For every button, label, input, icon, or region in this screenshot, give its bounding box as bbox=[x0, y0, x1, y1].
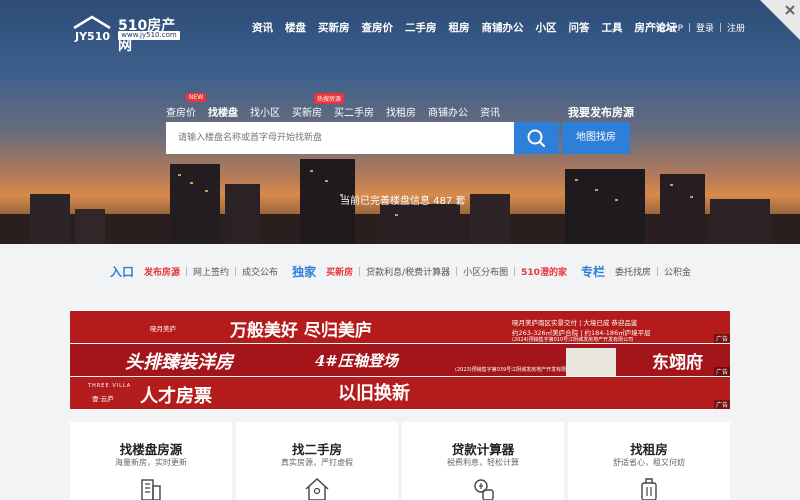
luggage-icon bbox=[641, 478, 657, 500]
quick-online-sign[interactable]: 网上签约 bbox=[193, 265, 229, 278]
search-input[interactable] bbox=[166, 122, 514, 154]
download-app-link[interactable]: 下载APP bbox=[648, 21, 683, 34]
nav-commercial[interactable]: 商铺办公 bbox=[482, 20, 524, 36]
divider bbox=[514, 266, 516, 276]
tab-find-project[interactable]: 找楼盘 bbox=[208, 104, 238, 119]
house-icon bbox=[305, 478, 329, 500]
card-subtitle: 舒适省心，租又何妨 bbox=[613, 458, 685, 467]
quick-links-bar: 入口 发布房源 网上签约 成交公布 独家 买新房 贷款利息/税费计算器 小区分布… bbox=[110, 262, 691, 280]
banner-headline: 头排臻装洋房 bbox=[125, 352, 233, 373]
nav-community[interactable]: 小区 bbox=[536, 20, 557, 36]
nav-rent[interactable]: 租房 bbox=[449, 20, 470, 36]
divider bbox=[720, 23, 722, 32]
card-title: 找租房 bbox=[630, 442, 668, 457]
entry-heading: 入口 bbox=[110, 264, 135, 279]
search-icon bbox=[527, 129, 546, 148]
tab-buy-new[interactable]: 买新房 热搜房源 bbox=[292, 93, 345, 119]
search-button[interactable] bbox=[514, 122, 559, 154]
card-title: 找二手房 bbox=[291, 442, 342, 457]
nav-qa[interactable]: 问答 bbox=[569, 20, 590, 36]
tab-find-community[interactable]: 找小区 bbox=[250, 104, 280, 119]
banner-headline: 人才房票 bbox=[140, 386, 212, 407]
new-badge: NEW bbox=[186, 93, 207, 102]
card-subtitle: 税费利息，轻松计算 bbox=[447, 458, 519, 467]
calculator-icon bbox=[474, 479, 494, 500]
card-subtitle: 真实房源，严打虚假 bbox=[281, 458, 353, 467]
quick-community-map[interactable]: 小区分布图 bbox=[463, 265, 508, 278]
listing-count-text: 当前已完善楼盘信息 487 套 bbox=[340, 196, 466, 207]
nav-second-hand[interactable]: 二手房 bbox=[405, 20, 437, 36]
building-icon bbox=[141, 479, 161, 500]
logo-url-text: www.jy510.com bbox=[118, 31, 180, 40]
ad-label: 广告 bbox=[713, 400, 730, 409]
quick-loan-calculator[interactable]: 贷款利息/税费计算器 bbox=[366, 265, 450, 278]
card-second-hand[interactable]: 找二手房 真实房源，严打虚假 bbox=[236, 422, 398, 500]
divider bbox=[656, 266, 658, 276]
banner-registration: (2024)预销售字第010号江阴城发房地产开发有限公司 bbox=[512, 337, 634, 343]
tab-commercial[interactable]: 商铺办公 bbox=[428, 104, 468, 119]
card-find-project[interactable]: 找楼盘房源 海量新房，实时更新 bbox=[70, 422, 232, 500]
svg-text:JY510: JY510 bbox=[74, 30, 110, 42]
tab-check-price[interactable]: 查房价 NEW bbox=[166, 93, 207, 119]
quick-delegate-search[interactable]: 委托找房 bbox=[615, 265, 651, 278]
banner-tagline: 晓月美庐南区实景交付 | 大境已成 恭迎品鉴 bbox=[512, 319, 638, 327]
column-heading: 专栏 bbox=[580, 264, 605, 279]
publish-listing-link[interactable]: 我要发布房源 bbox=[568, 104, 634, 120]
service-cards: 找楼盘房源 海量新房，实时更新 找二手房 真实房源，严打虚假 贷款计算器 税费利… bbox=[70, 422, 730, 500]
divider bbox=[456, 266, 458, 276]
banner-subline: 以旧换新 bbox=[338, 383, 410, 404]
nav-projects[interactable]: 楼盘 bbox=[285, 20, 306, 36]
building-photo bbox=[566, 348, 616, 376]
search-tabs: 查房价 NEW 找楼盘 找小区 买新房 热搜房源 买二手房 找租房 商铺办公 资讯 bbox=[166, 93, 512, 119]
banner-brand: 壹·云庐 bbox=[92, 395, 114, 403]
card-loan-calculator[interactable]: 贷款计算器 税费利息，轻松计算 bbox=[402, 422, 564, 500]
divider bbox=[186, 266, 188, 276]
top-navigation: JY510 510房产网 www.jy510.com 资讯 楼盘 买新房 查房价… bbox=[0, 0, 800, 54]
banner-english-name: THREE VILLA bbox=[88, 383, 132, 389]
login-link[interactable]: 登录 bbox=[696, 21, 714, 34]
divider bbox=[235, 266, 237, 276]
quick-deal-publish[interactable]: 成交公布 bbox=[242, 265, 278, 278]
nav-tools[interactable]: 工具 bbox=[602, 20, 623, 36]
close-corner-icon[interactable] bbox=[760, 0, 800, 40]
nav-news[interactable]: 资讯 bbox=[252, 20, 273, 36]
exclusive-heading: 独家 bbox=[292, 264, 317, 279]
banner-brand: 晓月美庐 bbox=[150, 325, 176, 333]
site-logo[interactable]: JY510 510房产网 www.jy510.com bbox=[72, 14, 182, 54]
card-title: 找楼盘房源 bbox=[119, 442, 183, 457]
divider bbox=[359, 266, 361, 276]
nav-price[interactable]: 查房价 bbox=[362, 20, 394, 36]
nav-new-home[interactable]: 买新房 bbox=[318, 20, 350, 36]
quick-publish-listing[interactable]: 发布房源 bbox=[144, 265, 180, 278]
quick-510-home[interactable]: 510澄的家 bbox=[521, 265, 567, 278]
banner-registration: (2023)预销售字第039号江阴城发房地产开发有限公司 bbox=[455, 367, 577, 373]
divider bbox=[689, 23, 691, 32]
tab-buy-second[interactable]: 买二手房 bbox=[334, 104, 374, 119]
tab-find-rent[interactable]: 找租房 bbox=[386, 104, 416, 119]
hot-badge: 热搜房源 bbox=[314, 93, 345, 104]
ad-banner-xiaoyue[interactable]: 晓月美庐 万般美好 尽归美庐 晓月美庐南区实景交付 | 大境已成 恭迎品鉴 约2… bbox=[70, 311, 730, 343]
banner-subline: 4#压轴登场 bbox=[315, 352, 399, 370]
ad-label: 广告 bbox=[713, 334, 730, 343]
quick-provident-fund[interactable]: 公积金 bbox=[664, 265, 691, 278]
map-search-button[interactable]: 地图找房 bbox=[562, 122, 630, 154]
register-link[interactable]: 注册 bbox=[727, 21, 745, 34]
ad-banner-dongyi[interactable]: 头排臻装洋房 4#压轴登场 (2023)预销售字第039号江阴城发房地产开发有限… bbox=[70, 344, 730, 376]
logo-house-icon: JY510 bbox=[73, 15, 111, 42]
tab-news[interactable]: 资讯 bbox=[480, 104, 500, 119]
quick-buy-new[interactable]: 买新房 bbox=[326, 265, 353, 278]
banner-headline: 万般美好 尽归美庐 bbox=[230, 321, 372, 341]
ad-banner-yunlu[interactable]: THREE VILLA 壹·云庐 人才房票 以旧换新 广告 bbox=[70, 377, 730, 409]
account-links: 下载APP 登录 注册 bbox=[648, 21, 745, 34]
card-title: 贷款计算器 bbox=[451, 442, 515, 457]
main-nav: 资讯 楼盘 买新房 查房价 二手房 租房 商铺办公 小区 问答 工具 房产论坛 bbox=[252, 20, 689, 36]
card-find-rent[interactable]: 找租房 舒适省心，租又何妨 bbox=[568, 422, 730, 500]
card-subtitle: 海量新房，实时更新 bbox=[115, 458, 187, 467]
ad-label: 广告 bbox=[713, 367, 730, 376]
banner-brand: 东翊府 bbox=[652, 353, 703, 373]
